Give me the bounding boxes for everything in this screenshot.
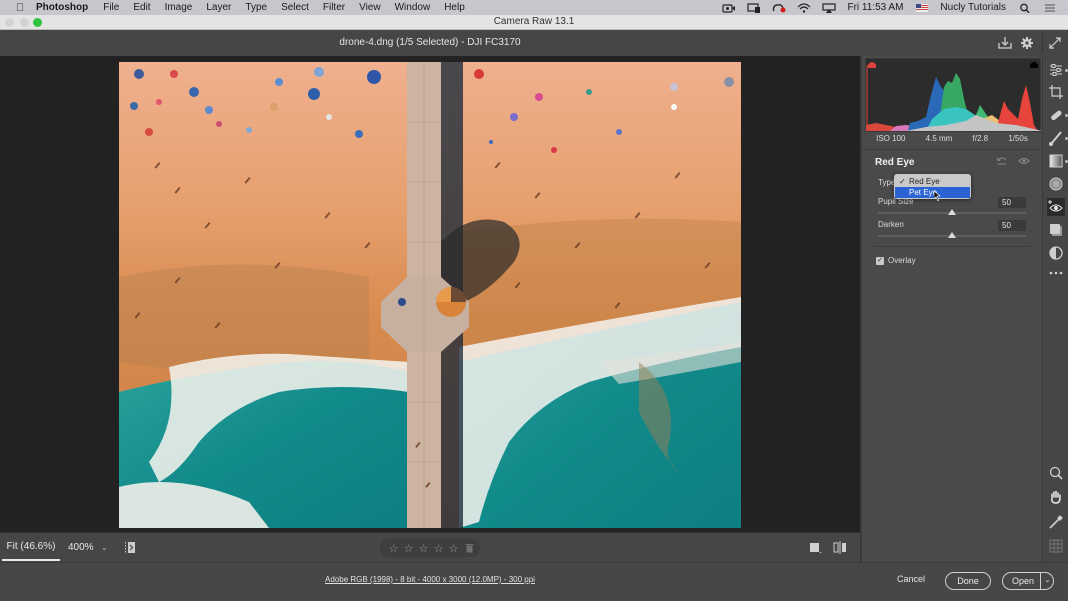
menu-window[interactable]: Window [395, 2, 431, 13]
menu-file[interactable]: File [103, 2, 119, 13]
edit-sliders-icon[interactable] [1047, 61, 1065, 79]
exif-iso: ISO 100 [876, 134, 906, 143]
open-options-dropdown[interactable]: ⌄ [1040, 573, 1054, 589]
dropdown-option-pet-eye[interactable]: Pet Eye [895, 187, 970, 198]
camera-raw-header: drone-4.dng (1/5 Selected) - DJI FC3170 [0, 30, 1068, 56]
airplay-icon[interactable] [822, 2, 837, 13]
dropdown-option-label: Red Eye [909, 177, 940, 186]
snapshots-icon[interactable] [1047, 244, 1065, 262]
aerial-beach-photo [119, 62, 741, 528]
menu-select[interactable]: Select [281, 2, 309, 13]
graduated-filter-icon[interactable] [1047, 152, 1065, 170]
menu-app-photoshop[interactable]: Photoshop [36, 2, 88, 13]
footer-bar: Adobe RGB (1998) - 8 bit - 4000 x 3000 (… [0, 562, 1068, 601]
expand-icon[interactable] [1047, 35, 1063, 51]
edit-panel: ISO 100 4.5 mm f/2.8 1/50s Red Eye Type … [860, 56, 1042, 562]
menu-layer[interactable]: Layer [206, 2, 231, 13]
menu-edit[interactable]: Edit [133, 2, 150, 13]
rating-star-3[interactable]: ☆ [416, 542, 431, 555]
before-after-icon[interactable] [833, 541, 847, 554]
pupil-size-slider-handle[interactable] [948, 209, 956, 215]
menu-user[interactable]: Nucly Tutorials [940, 2, 1006, 13]
trash-icon[interactable] [465, 543, 479, 553]
menu-image[interactable]: Image [165, 2, 193, 13]
panel-divider [862, 149, 1042, 150]
panel-divider [874, 246, 1030, 247]
rating-star-4[interactable]: ☆ [431, 542, 446, 555]
wifi-icon[interactable] [797, 2, 811, 13]
done-button[interactable]: Done [945, 572, 991, 590]
darken-input[interactable]: 50 [998, 220, 1026, 231]
cancel-button[interactable]: Cancel [897, 574, 925, 584]
zoom-icon[interactable] [1047, 464, 1065, 482]
type-dropdown-menu: ✓ Red Eye Pet Eye [894, 174, 971, 199]
open-button-label: Open [1012, 576, 1035, 586]
menu-help[interactable]: Help [444, 2, 465, 13]
pupil-size-input[interactable]: 50 [998, 197, 1026, 208]
header-divider [1042, 34, 1043, 52]
exif-shutter: 1/50s [1008, 134, 1028, 143]
menu-view[interactable]: View [359, 2, 381, 13]
rating-star-5[interactable]: ☆ [446, 542, 461, 555]
spot-healing-icon[interactable] [1047, 106, 1065, 124]
red-eye-icon[interactable] [1047, 198, 1065, 216]
file-info-title: drone-4.dng (1/5 Selected) - DJI FC3170 [339, 37, 521, 48]
grid-icon[interactable] [1047, 537, 1065, 555]
filmstrip-toggle-icon[interactable] [124, 541, 136, 554]
more-icon[interactable] [1047, 264, 1065, 282]
exif-aperture: f/2.8 [972, 134, 989, 143]
photo-preview[interactable] [119, 62, 741, 528]
us-flag-icon[interactable] [915, 3, 929, 13]
dropdown-option-red-eye[interactable]: ✓ Red Eye [895, 176, 970, 187]
apple-logo-icon[interactable]:  [13, 2, 27, 14]
image-canvas[interactable] [0, 56, 860, 532]
view-toolbar: Fit (46.6%) 400% ⌄ ☆ ☆ ☆ ☆ ☆ [0, 532, 860, 562]
gear-icon[interactable] [1019, 35, 1035, 51]
radial-filter-icon[interactable] [1047, 175, 1065, 193]
crop-rotate-icon[interactable] [1047, 83, 1065, 101]
darken-label: Darken [878, 220, 904, 229]
macos-menu-bar:  Photoshop File Edit Image Layer Type S… [0, 0, 1068, 15]
window-title-bar: Camera Raw 13.1 [0, 15, 1068, 30]
display-icon[interactable] [747, 2, 761, 13]
darken-slider-handle[interactable] [948, 232, 956, 238]
mouse-cursor-icon [934, 191, 942, 201]
tool-strip [1042, 56, 1068, 562]
rating-star-2[interactable]: ☆ [401, 542, 416, 555]
menu-filter[interactable]: Filter [323, 2, 345, 13]
color-sampler-icon[interactable] [1047, 513, 1065, 531]
zoom-fit-button[interactable]: Fit (46.6%) [2, 533, 60, 561]
histogram-graph [866, 65, 1042, 131]
type-label: Type [878, 178, 896, 187]
reset-icon[interactable] [996, 156, 1008, 166]
presets-icon[interactable] [1047, 221, 1065, 239]
star-rating: ☆ ☆ ☆ ☆ ☆ [380, 539, 480, 557]
highlight-clipping-warning-icon[interactable] [1030, 60, 1038, 68]
menu-clock[interactable]: Fri 11:53 AM [847, 2, 903, 13]
toggle-view-icon[interactable] [808, 541, 822, 554]
save-image-icon[interactable] [997, 35, 1013, 51]
adjustment-brush-icon[interactable] [1047, 129, 1065, 147]
exif-info: ISO 100 4.5 mm f/2.8 1/50s [862, 134, 1042, 148]
checkmark-icon: ✓ [899, 177, 906, 186]
histogram [865, 58, 1042, 132]
workflow-options-link[interactable]: Adobe RGB (1998) - 8 bit - 4000 x 3000 (… [0, 575, 860, 584]
overlay-checkbox[interactable]: ✓ [876, 257, 884, 265]
dropdown-option-label: Pet Eye [909, 188, 938, 197]
overlay-label: Overlay [888, 256, 916, 265]
zoom-level-dropdown[interactable]: ⌄ [101, 533, 108, 561]
rating-star-1[interactable]: ☆ [386, 542, 401, 555]
window-title: Camera Raw 13.1 [493, 16, 575, 27]
exif-focal-length: 4.5 mm [925, 134, 953, 143]
creative-cloud-icon[interactable] [772, 3, 786, 13]
zoom-400-button[interactable]: 400% [68, 533, 94, 561]
screen-record-icon[interactable] [722, 3, 736, 13]
notification-center-icon[interactable] [1043, 3, 1057, 13]
visibility-eye-icon[interactable] [1018, 156, 1030, 166]
search-icon[interactable] [1018, 3, 1032, 13]
red-eye-panel-title: Red Eye [875, 157, 915, 168]
hand-icon[interactable] [1047, 488, 1065, 506]
shadow-clipping-warning-icon[interactable] [868, 60, 876, 68]
menu-type[interactable]: Type [245, 2, 267, 13]
